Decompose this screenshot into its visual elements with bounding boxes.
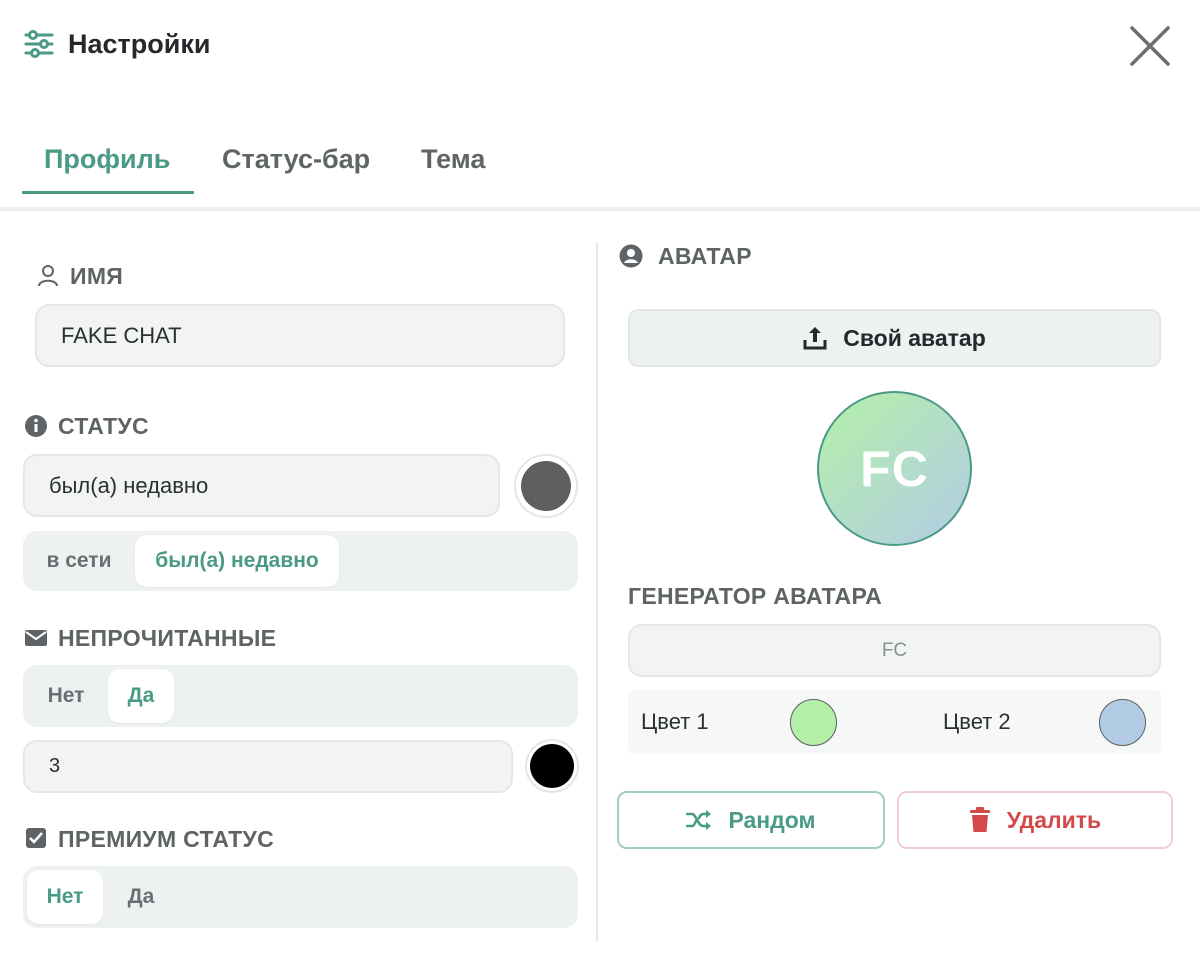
status-option-online[interactable]: в сети: [27, 535, 131, 587]
status-color-picker[interactable]: [514, 454, 578, 518]
envelope-icon: [24, 626, 48, 650]
status-mode-toggle: в сети был(а) недавно: [23, 531, 578, 591]
color2-label: Цвет 2: [943, 709, 1011, 734]
tabs-divider: [0, 207, 1200, 211]
avatar-generator-label: ГЕНЕРАТОР АВАТАРА: [628, 583, 882, 609]
unread-color-picker[interactable]: [525, 739, 579, 793]
color2-swatch[interactable]: [1099, 699, 1146, 746]
checkbox-icon: [25, 827, 49, 851]
tab-profile[interactable]: Профиль: [44, 142, 170, 176]
status-input[interactable]: был(а) недавно: [23, 454, 500, 517]
close-button[interactable]: [1126, 22, 1174, 70]
unread-section-label: НЕПРОЧИТАННЫЕ: [58, 625, 277, 651]
premium-option-yes[interactable]: Да: [107, 870, 175, 924]
custom-avatar-label: Свой аватар: [843, 324, 986, 351]
avatar-preview: FC: [817, 391, 972, 546]
user-icon: [36, 263, 60, 287]
sliders-icon: [24, 30, 54, 58]
premium-section-label: ПРЕМИУМ СТАТУС: [58, 826, 275, 852]
close-icon: [1130, 26, 1170, 66]
status-option-recently[interactable]: был(а) недавно: [135, 535, 339, 587]
delete-button[interactable]: Удалить: [897, 791, 1173, 849]
avatar-section-label: АВАТАР: [658, 243, 752, 269]
name-section-label: ИМЯ: [70, 263, 124, 289]
info-icon: [24, 414, 48, 438]
upload-icon: [803, 327, 827, 350]
color1-label: Цвет 1: [641, 709, 709, 734]
name-input[interactable]: FAKE CHAT: [35, 304, 565, 367]
trash-icon: [969, 807, 990, 832]
delete-label: Удалить: [1006, 806, 1102, 833]
unread-count-input[interactable]: 3: [23, 740, 513, 793]
unread-toggle: Нет Да: [23, 665, 578, 727]
active-tab-indicator: [22, 191, 194, 194]
avatar-initials-input[interactable]: FC: [628, 624, 1161, 677]
column-divider: [596, 242, 598, 942]
user-circle-icon: [619, 244, 643, 268]
random-button[interactable]: Рандом: [617, 791, 885, 849]
page-title: Настройки: [68, 29, 211, 59]
premium-option-no[interactable]: Нет: [27, 870, 103, 924]
random-label: Рандом: [728, 806, 816, 833]
color1-swatch[interactable]: [790, 699, 837, 746]
premium-toggle: Нет Да: [23, 866, 578, 928]
avatar-initials: FC: [860, 440, 929, 497]
tab-status-bar[interactable]: Статус-бар: [222, 142, 370, 176]
tab-theme[interactable]: Тема: [421, 142, 485, 176]
unread-option-no[interactable]: Нет: [27, 669, 105, 723]
unread-option-yes[interactable]: Да: [108, 669, 174, 723]
custom-avatar-button[interactable]: Свой аватар: [628, 309, 1161, 367]
shuffle-icon: [686, 810, 712, 830]
status-section-label: СТАТУС: [58, 413, 149, 439]
